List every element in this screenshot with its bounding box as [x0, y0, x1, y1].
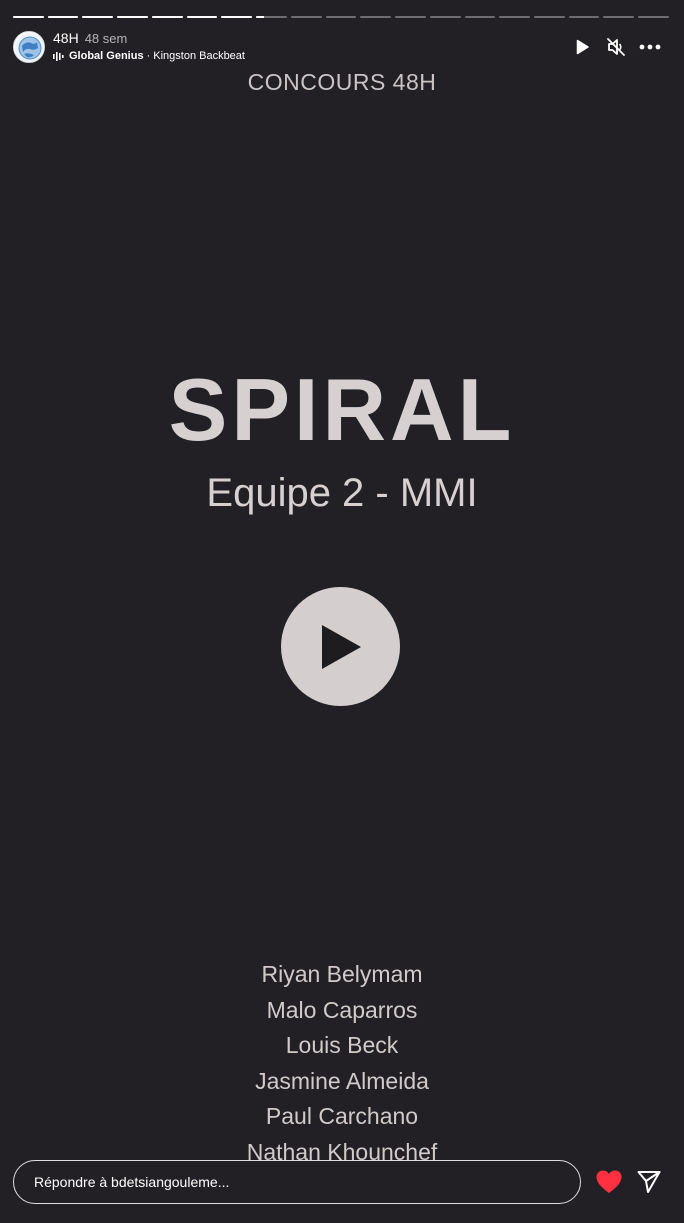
send-icon: [637, 1171, 661, 1193]
progress-segment: [151, 16, 183, 18]
progress-fill: [256, 16, 264, 18]
heart-icon: [596, 1170, 622, 1193]
reply-bar: [0, 1160, 684, 1223]
progress-fill: [151, 16, 183, 18]
credit-name: Paul Carchano: [265, 1103, 419, 1130]
story-subtitle: Equipe 2 - MMI: [206, 471, 478, 515]
credit-name: Riyan Belymam: [261, 961, 423, 987]
user-line: 48H 48 sem: [53, 30, 127, 47]
story-controls: [571, 36, 661, 58]
send-button[interactable]: [636, 1169, 662, 1195]
story-title: SPIRAL: [168, 360, 516, 459]
play-button[interactable]: [571, 36, 593, 58]
globe-logo-icon: [15, 33, 44, 62]
progress-segment: [325, 16, 357, 18]
progress-fill: [13, 16, 44, 18]
progress-segment: [429, 16, 461, 18]
story-kicker: CONCOURS 48H: [247, 69, 437, 95]
story-content[interactable]: CONCOURS 48H SPIRAL Equipe 2 - MMI Riyan…: [0, 60, 684, 1165]
progress-segment: [82, 16, 114, 18]
progress-segment: [395, 16, 426, 18]
progress-segment: [13, 16, 44, 18]
progress-segment: [117, 16, 148, 18]
username[interactable]: 48H: [53, 30, 79, 46]
progress-segment: [603, 16, 635, 18]
avatar[interactable]: [13, 31, 45, 63]
progress-segment: [186, 16, 218, 18]
mute-icon: [607, 38, 625, 56]
progress-segment: [638, 16, 669, 18]
more-options-button[interactable]: [639, 36, 661, 58]
reply-input[interactable]: [13, 1160, 581, 1204]
progress-fill: [82, 16, 114, 18]
video-play-button[interactable]: [281, 587, 400, 706]
progress-segment: [360, 16, 392, 18]
credit-name: Louis Beck: [285, 1032, 399, 1059]
progress-fill: [186, 16, 218, 18]
progress-segment: [499, 16, 531, 18]
progress-segment: [464, 16, 496, 18]
like-button[interactable]: [595, 1169, 623, 1195]
play-icon: [321, 624, 361, 669]
progress-fill: [117, 16, 148, 18]
progress-fill: [221, 16, 253, 18]
progress-segment: [568, 16, 600, 18]
progress-fill: [47, 16, 79, 18]
progress-segment: [534, 16, 565, 18]
progress-segment: [47, 16, 79, 18]
mute-button[interactable]: [605, 36, 627, 58]
credit-name: Malo Caparros: [266, 996, 418, 1023]
credits-list: Riyan Belymam Malo Caparros Louis Beck J…: [0, 957, 684, 1171]
progress-segment: [256, 16, 287, 18]
progress-segment: [290, 16, 322, 18]
progress-segment: [221, 16, 253, 18]
more-icon: [639, 44, 661, 50]
story-progress-bar: [13, 16, 669, 19]
credit-name: Jasmine Almeida: [255, 1067, 429, 1094]
post-time: 48 sem: [84, 31, 128, 46]
play-icon: [576, 39, 589, 55]
